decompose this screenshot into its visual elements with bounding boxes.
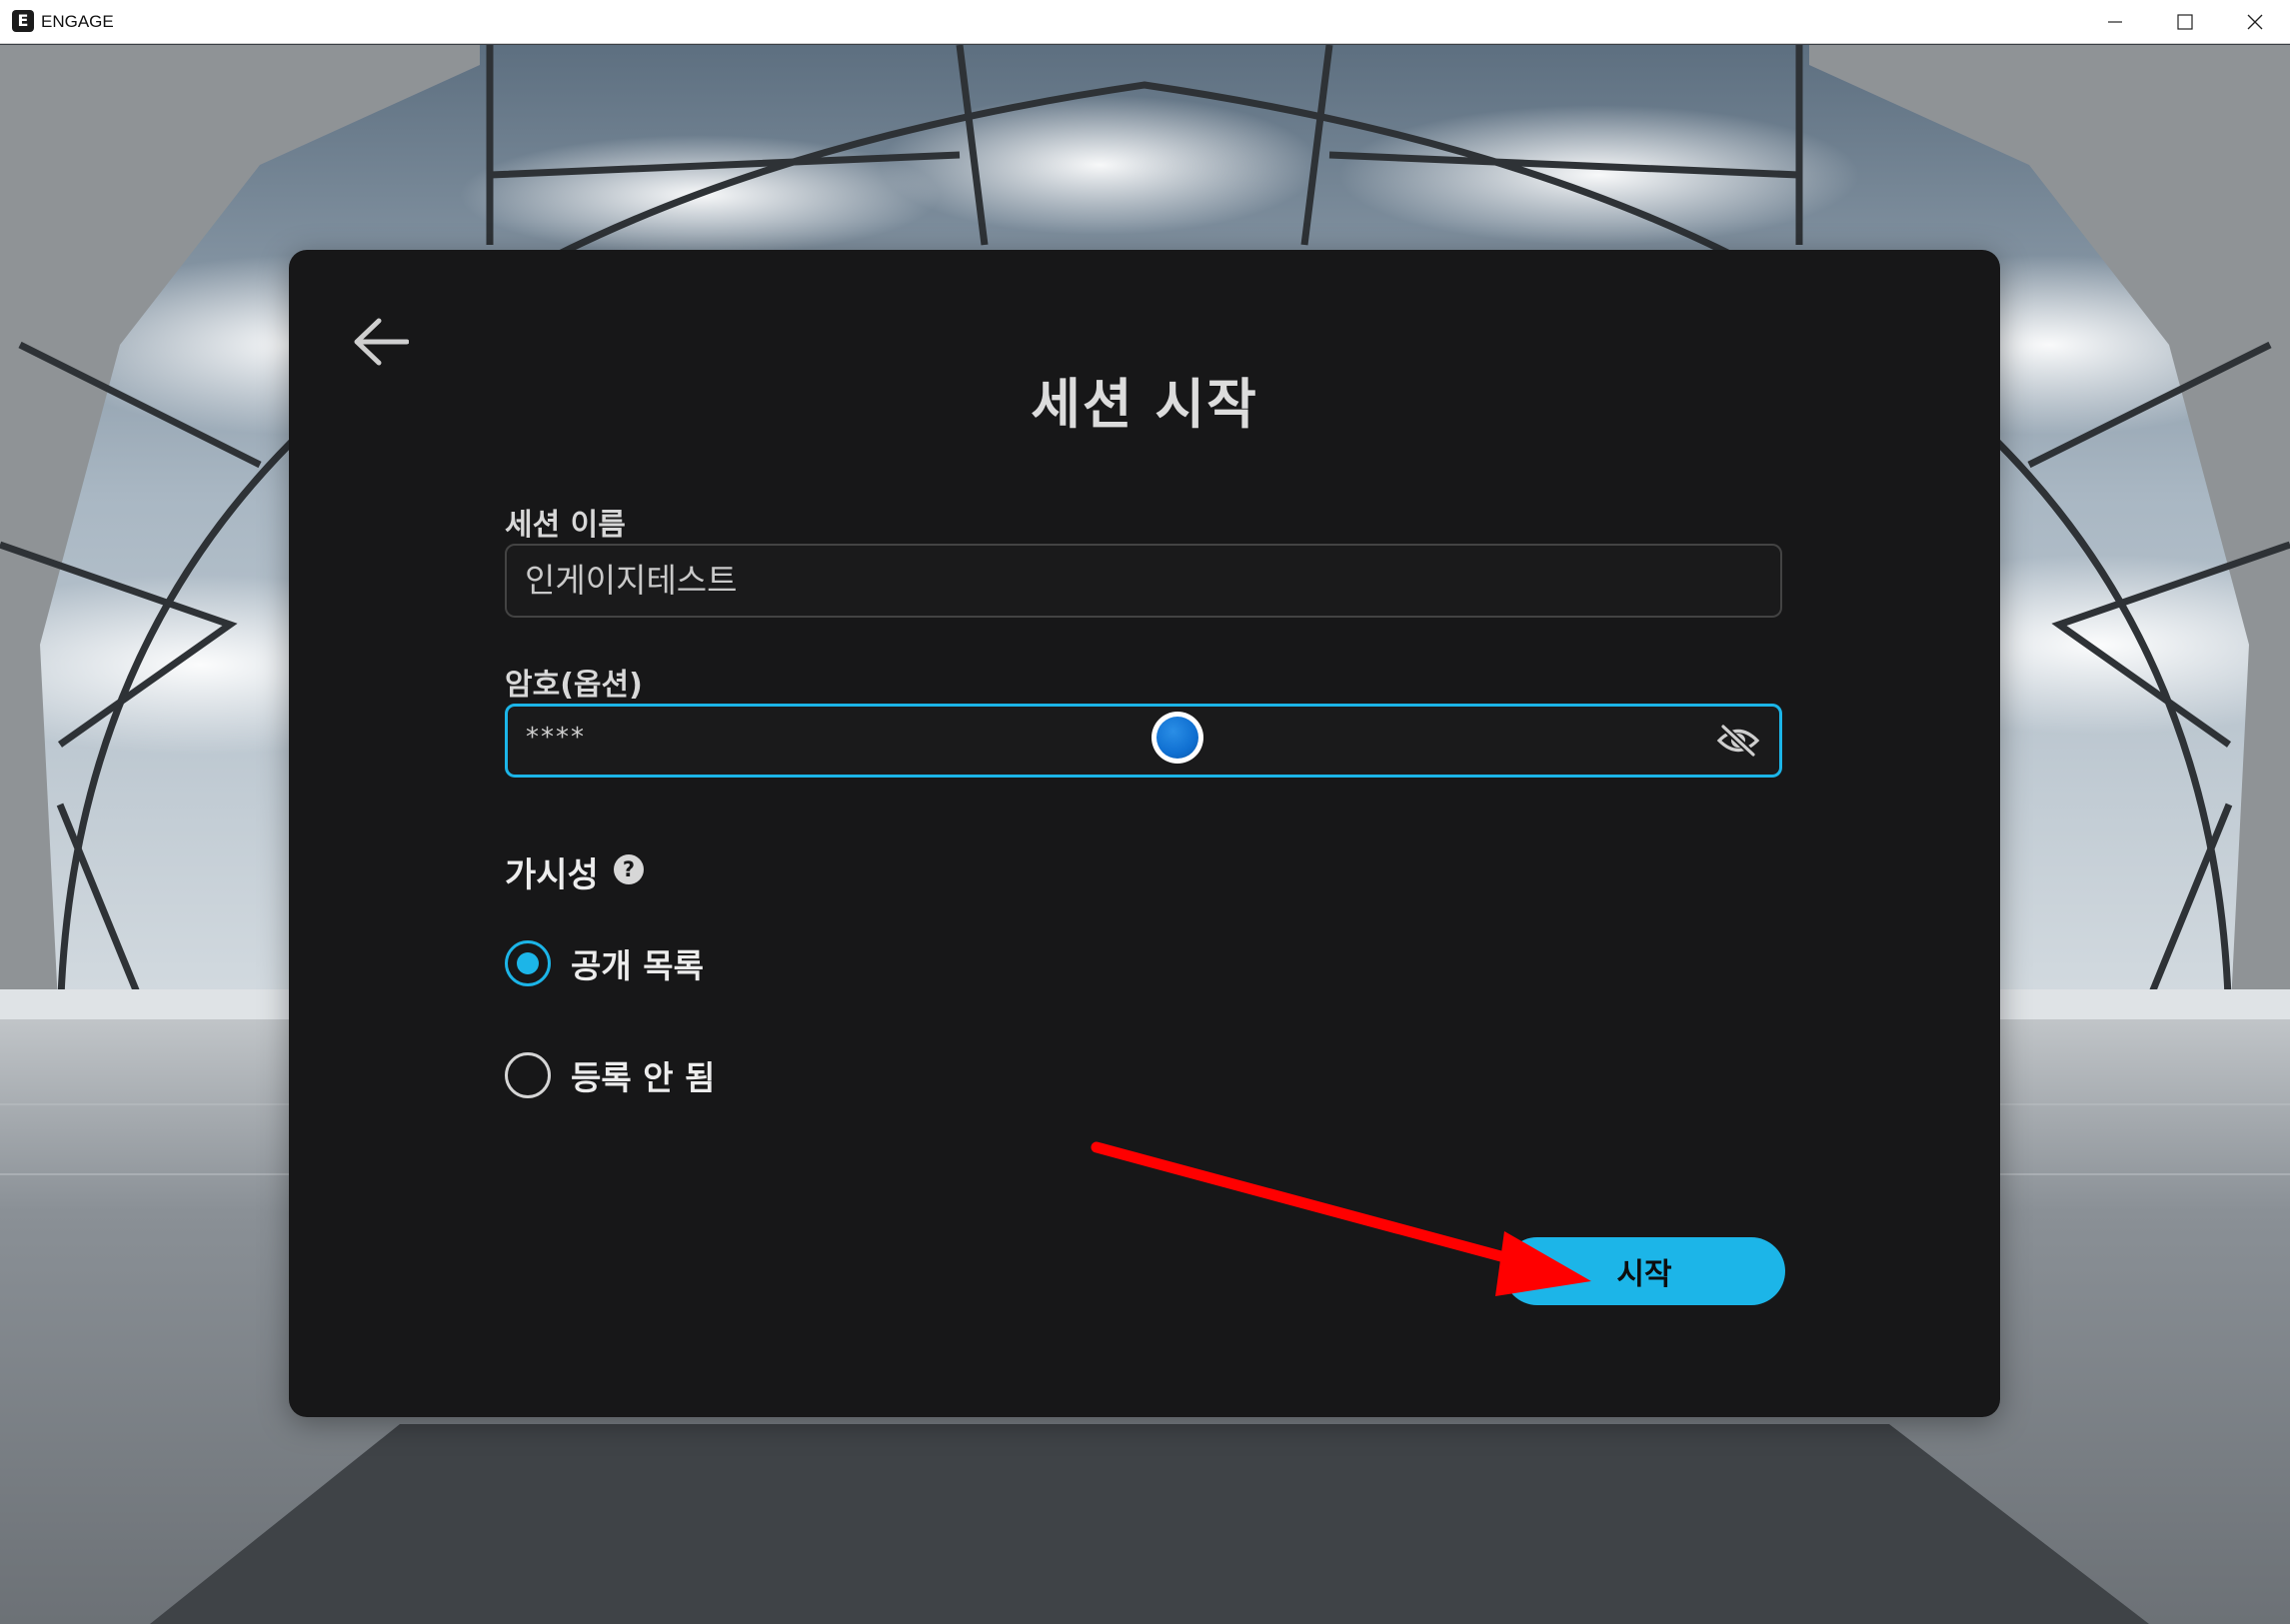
pointer-cursor-icon	[1151, 712, 1203, 764]
minimize-icon	[2108, 21, 2122, 23]
start-session-dialog: 세션 시작 세션 이름 인게이지테스트 암호(옵션) **** 가시성 ? 공개…	[289, 250, 2000, 1417]
engage-logo-icon: E	[12, 10, 34, 32]
minimize-button[interactable]	[2080, 0, 2150, 44]
session-name-label: 세션 이름	[505, 508, 626, 543]
session-name-value: 인게이지테스트	[525, 561, 738, 600]
start-button[interactable]: 시작	[1503, 1237, 1785, 1305]
dialog-title: 세션 시작	[1031, 373, 1258, 436]
eye-off-icon	[1716, 724, 1760, 758]
radio-button-public[interactable]	[505, 940, 551, 986]
visibility-option-label: 공개 목록	[571, 946, 704, 985]
password-value: ****	[526, 723, 586, 753]
maximize-icon	[2177, 14, 2193, 30]
arrow-left-icon	[354, 318, 409, 366]
password-visibility-toggle[interactable]	[1713, 719, 1763, 763]
close-button[interactable]	[2220, 0, 2290, 44]
visibility-option-label: 등록 안 됨	[571, 1058, 716, 1097]
window-titlebar: E ENGAGE	[0, 0, 2290, 44]
window-title: ENGAGE	[41, 12, 114, 31]
visibility-option-public[interactable]: 공개 목록	[505, 937, 704, 989]
close-icon	[2247, 14, 2263, 30]
radio-button-unlisted[interactable]	[505, 1052, 551, 1098]
password-label: 암호(옵션)	[505, 668, 643, 703]
visibility-heading: 가시성	[505, 855, 599, 895]
maximize-button[interactable]	[2150, 0, 2220, 44]
help-circle-icon[interactable]: ?	[614, 854, 644, 884]
password-input[interactable]: ****	[505, 704, 1782, 778]
visibility-option-unlisted[interactable]: 등록 안 됨	[505, 1049, 715, 1101]
session-name-input[interactable]: 인게이지테스트	[505, 544, 1782, 618]
